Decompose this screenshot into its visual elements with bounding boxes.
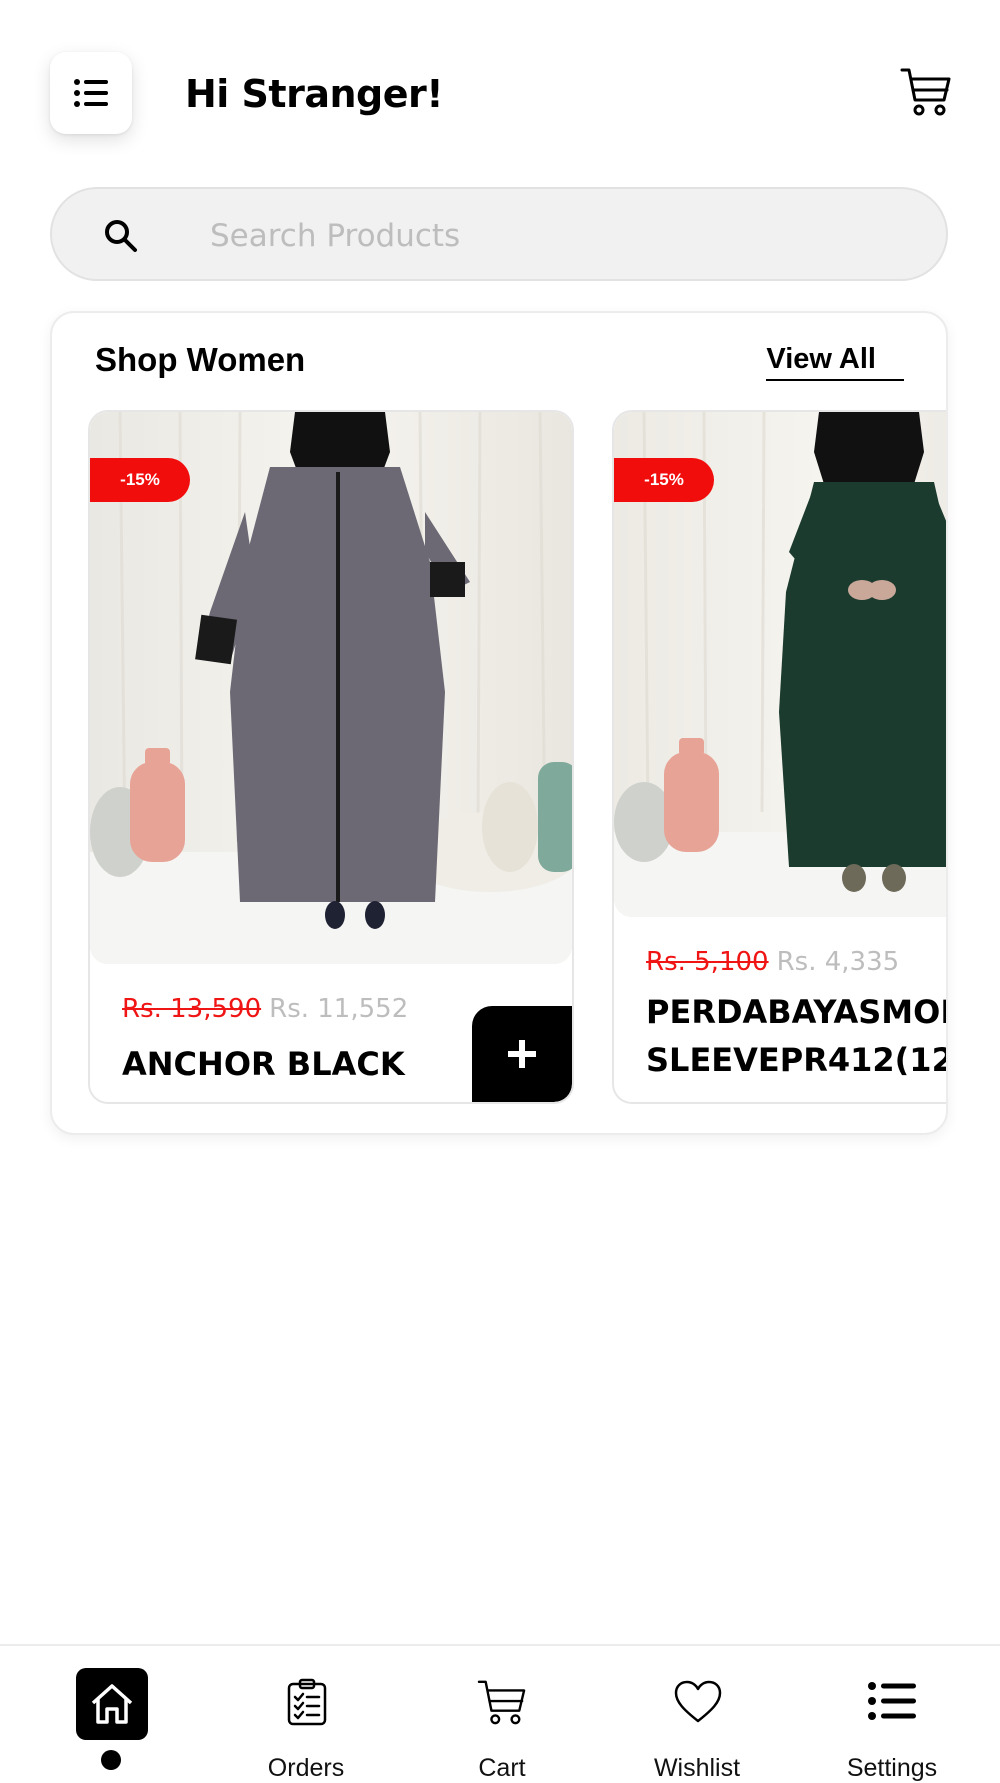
home-icon — [91, 1684, 133, 1724]
shop-women-section: Shop Women View All -15% Rs. 13,590 Rs. … — [50, 311, 948, 1135]
nav-orders[interactable]: Orders — [226, 1646, 386, 1782]
price-row: Rs. 5,100 Rs. 4,335 — [646, 947, 899, 977]
original-price: Rs. 13,590 — [122, 994, 262, 1024]
discount-badge: -15% — [90, 458, 190, 502]
menu-button[interactable] — [50, 52, 132, 134]
nav-cart[interactable]: Cart — [422, 1646, 582, 1782]
cart-icon — [477, 1680, 526, 1725]
nav-label: Cart — [478, 1754, 526, 1782]
view-all-link[interactable]: View All — [766, 343, 904, 381]
clipboard-icon — [287, 1678, 327, 1726]
search-icon — [105, 220, 137, 252]
product-name: ANCHOR BLACK — [122, 1045, 405, 1083]
cart-button[interactable] — [900, 66, 952, 118]
greeting-title: Hi Stranger! — [185, 72, 444, 116]
nav-label: Settings — [846, 1754, 938, 1782]
nav-label: Orders — [267, 1754, 345, 1782]
heart-icon — [674, 1680, 722, 1723]
search-input[interactable] — [208, 209, 892, 263]
nav-home[interactable] — [0, 1646, 224, 1780]
plus-icon — [508, 1040, 536, 1068]
home-tab-active — [76, 1668, 148, 1740]
active-indicator-dot — [101, 1750, 121, 1770]
add-to-cart-button[interactable] — [472, 1006, 572, 1102]
price-row: Rs. 13,590 Rs. 11,552 — [122, 994, 408, 1024]
nav-wishlist[interactable]: Wishlist — [617, 1646, 777, 1782]
list-icon — [74, 79, 108, 107]
section-title: Shop Women — [95, 341, 306, 378]
product-card[interactable]: -15% Rs. 5,100Rs. 4,335 PERDABAYASMOKE S… — [612, 410, 948, 1104]
cart-icon — [900, 68, 951, 116]
search-bar[interactable] — [50, 187, 948, 281]
original-price: Rs. 5,100 — [646, 947, 769, 977]
nav-settings[interactable]: Settings — [812, 1646, 972, 1782]
discount-badge: -15% — [614, 458, 714, 502]
sale-price: Rs. 11,552 — [269, 994, 409, 1024]
nav-label: Wishlist — [653, 1754, 741, 1782]
sale-price: Rs. 4,335 — [776, 947, 900, 977]
bottom-navigation: Orders Cart Wishlist Settings — [0, 1644, 1000, 1782]
product-name: PERDABAYASMOKE SLEEVEPR412(12. — [646, 993, 948, 1079]
product-card[interactable]: -15% Rs. 13,590 Rs. 11,552 ANCHOR BLACK — [88, 410, 574, 1104]
list-icon — [868, 1682, 916, 1720]
